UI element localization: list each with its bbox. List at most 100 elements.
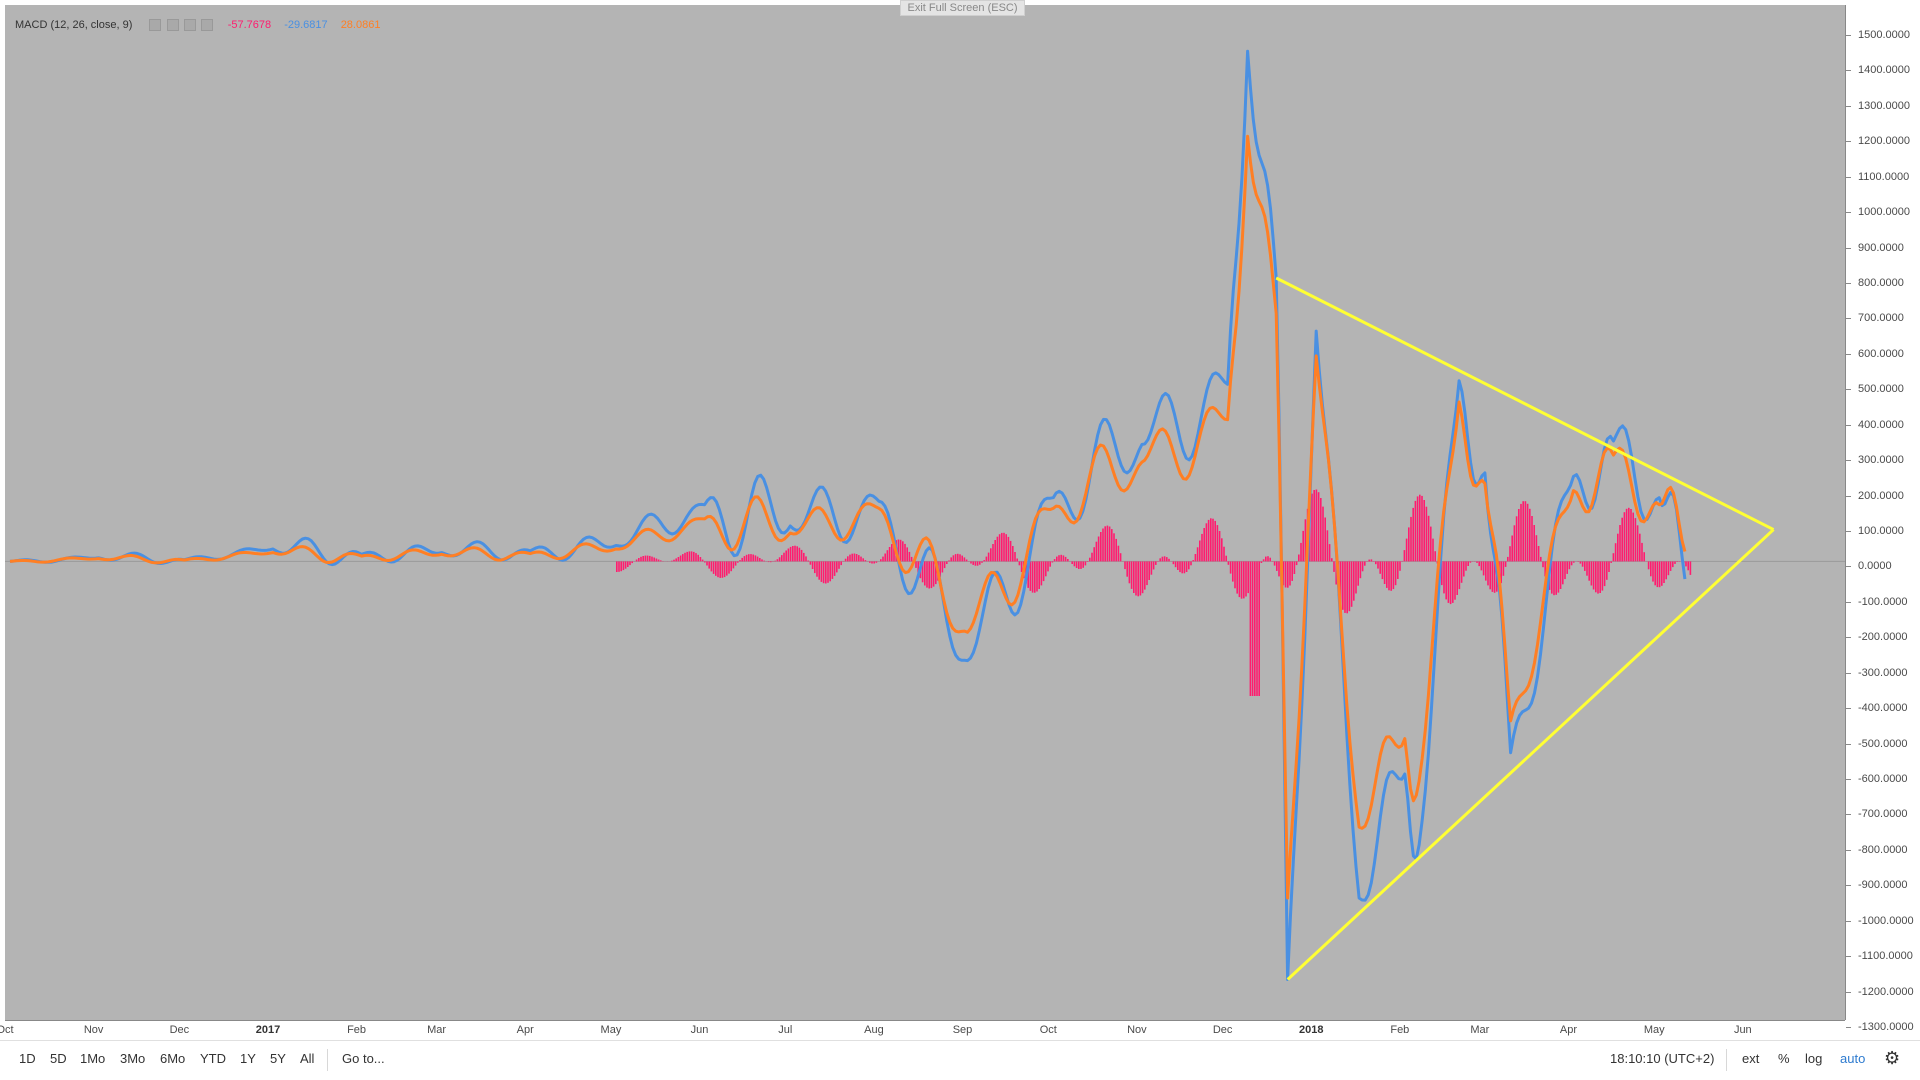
histogram-bar — [981, 561, 983, 563]
price-tick-mark — [1846, 460, 1851, 462]
histogram-bar — [1639, 533, 1641, 562]
histogram-bar — [1449, 561, 1452, 605]
range-all-button[interactable]: All — [300, 1051, 314, 1066]
histogram-bar — [1111, 529, 1113, 562]
histogram-bar — [818, 561, 820, 580]
range-1mo-button[interactable]: 1Mo — [80, 1051, 105, 1066]
price-tick-label: -1300.0000 — [1858, 1021, 1914, 1033]
settings-icon[interactable] — [149, 19, 162, 32]
range-1d-button[interactable]: 1D — [19, 1051, 36, 1066]
histogram-bar — [1661, 561, 1663, 586]
range-1y-button[interactable]: 1Y — [240, 1051, 256, 1066]
histogram-bar — [752, 554, 754, 562]
histogram-bar — [807, 560, 809, 562]
range-5d-button[interactable]: 5D — [50, 1051, 67, 1066]
clock-display[interactable]: 18:10:10 (UTC+2) — [1610, 1051, 1714, 1066]
histogram-bar — [1612, 553, 1615, 562]
histogram-bar — [781, 555, 783, 562]
histogram-bar — [1628, 507, 1630, 562]
price-tick-label: 900.0000 — [1858, 241, 1904, 254]
price-tick-mark — [1846, 389, 1851, 391]
histogram-bar — [1432, 538, 1434, 562]
plus-icon[interactable] — [183, 19, 196, 32]
histogram-bar — [1194, 554, 1197, 562]
histogram-bar — [712, 561, 715, 574]
histogram-bar — [1007, 536, 1010, 562]
close-icon[interactable] — [200, 19, 213, 32]
range-ytd-button[interactable]: YTD — [200, 1051, 226, 1066]
bottom-toolbar: 1D 5D 1Mo 3Mo 6Mo YTD 1Y 5Y All Go to...… — [0, 1040, 1920, 1080]
histogram-bar — [820, 561, 823, 582]
histogram-bar — [1520, 503, 1522, 562]
histogram-bar — [1669, 561, 1672, 571]
histogram-bar — [1375, 561, 1377, 565]
histogram-bar — [943, 561, 946, 569]
range-6mo-button[interactable]: 6Mo — [160, 1051, 185, 1066]
histogram-bar — [1597, 561, 1599, 594]
eye-icon[interactable] — [166, 19, 179, 32]
histogram-bar — [985, 556, 988, 562]
histogram-bar — [770, 561, 772, 563]
histogram-bar — [750, 554, 752, 562]
histogram-bar — [1641, 542, 1643, 562]
price-scale[interactable]: 1500.0000 1400.0000 1300.0000 1200.0000 1100… — [1845, 5, 1920, 1033]
exit-fullscreen-button[interactable]: Exit Full Screen (ESC) — [900, 0, 1025, 16]
histogram-bar — [1573, 561, 1575, 563]
time-tick-label: Feb — [1390, 1024, 1410, 1036]
price-tick-mark — [1846, 814, 1851, 816]
histogram-bar — [1610, 561, 1612, 563]
histogram-bar — [1080, 561, 1082, 569]
histogram-bar — [1414, 500, 1417, 562]
plot-area[interactable]: MACD (12, 26, close, 9) -57.7678 -29.681… — [5, 5, 1845, 1020]
histogram-bar — [1005, 534, 1007, 562]
range-5y-button[interactable]: 5Y — [270, 1051, 286, 1066]
price-tick-mark — [1846, 176, 1851, 178]
histogram-bar — [1537, 546, 1540, 562]
time-axis[interactable]: Oct Nov Dec 2017 Feb Mar Apr May Jun Jul Aug Sep Oct… — [0, 1020, 1845, 1038]
histogram-bar — [1181, 561, 1183, 574]
price-tick-mark — [1846, 637, 1851, 639]
histogram-bar — [1315, 489, 1318, 562]
histogram-bar — [1232, 561, 1234, 582]
time-tick-label: Nov — [83, 1024, 104, 1036]
goto-button[interactable]: Go to... — [342, 1051, 385, 1066]
histogram-bar — [1267, 556, 1269, 562]
histogram-bar — [1324, 517, 1326, 562]
histogram-bar — [1397, 561, 1399, 579]
histogram-bar — [1452, 561, 1454, 603]
histogram-bar — [1119, 553, 1122, 562]
histogram-bar — [1421, 495, 1423, 562]
histogram-bar — [1014, 552, 1016, 562]
log-button[interactable]: log — [1805, 1051, 1822, 1066]
histogram-bar — [756, 556, 759, 562]
auto-button[interactable]: auto — [1840, 1051, 1865, 1066]
price-tick-mark — [1846, 991, 1851, 993]
histogram-bar — [1621, 517, 1623, 562]
histogram-bar — [1269, 557, 1271, 562]
histogram-bar — [723, 561, 726, 578]
histogram-bar — [796, 546, 798, 562]
histogram-bar — [1529, 508, 1531, 562]
histogram-bar — [838, 561, 840, 569]
price-tick-label: -1100.0000 — [1858, 950, 1913, 963]
gear-icon[interactable]: ⚙ — [1884, 1048, 1900, 1069]
time-tick-label: 2018 — [1298, 1024, 1324, 1036]
histogram-bar — [932, 561, 935, 587]
price-tick-label: -100.0000 — [1858, 595, 1908, 608]
histogram-bar — [644, 555, 647, 562]
histogram-bar — [701, 559, 704, 562]
histogram-bar — [1606, 561, 1608, 580]
percent-button[interactable]: % — [1778, 1051, 1790, 1066]
range-3mo-button[interactable]: 3Mo — [120, 1051, 145, 1066]
histogram-bar — [1221, 538, 1223, 562]
histogram-bar — [624, 561, 627, 569]
histogram-bar — [1093, 547, 1095, 562]
histogram-bar — [1238, 561, 1241, 598]
histogram-bar — [1601, 561, 1604, 591]
histogram-bar — [1511, 535, 1513, 562]
histogram-bar — [1298, 554, 1300, 562]
histogram-bar — [704, 561, 706, 563]
histogram-bar — [1174, 561, 1177, 568]
ext-button[interactable]: ext — [1742, 1051, 1759, 1066]
histogram-bar — [994, 540, 996, 562]
